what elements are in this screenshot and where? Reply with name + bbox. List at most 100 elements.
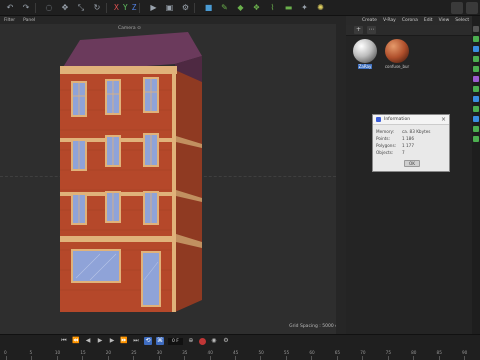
timeline-tick (107, 356, 109, 360)
timeline-tick-label: 30 (156, 350, 162, 355)
floor-trim-3 (60, 236, 175, 242)
layout-button[interactable] (451, 2, 463, 14)
z-axis-toggle[interactable]: Z (132, 3, 137, 12)
light-icon[interactable]: ✺ (314, 2, 326, 14)
timeline-tick (133, 356, 135, 360)
timeline-tick-label: 50 (258, 350, 264, 355)
blue-tool-icon[interactable] (473, 116, 479, 122)
blue-tool-icon[interactable] (473, 46, 479, 52)
ok-button[interactable]: OK (404, 160, 420, 167)
render-region-icon[interactable]: ▣ (163, 2, 175, 14)
key-mode-icon[interactable]: ⌘ (156, 337, 164, 345)
building-model[interactable] (60, 30, 210, 312)
green-tool-icon[interactable] (473, 56, 479, 62)
menu-vray[interactable]: V-Ray (383, 18, 396, 23)
layout-button[interactable] (466, 2, 478, 14)
info-key: Memory: (376, 129, 395, 134)
current-frame-field[interactable]: 0 F (168, 337, 183, 345)
timeline-tick-label: 10 (54, 350, 61, 355)
deformer-icon[interactable]: ⌇ (266, 2, 278, 14)
add-material-button[interactable]: + (354, 26, 363, 34)
timeline-tick (184, 356, 186, 360)
info-row: Memory: ca. 83 Kbytes (376, 128, 446, 135)
storefront-window (71, 249, 121, 283)
y-axis-toggle[interactable]: Y (123, 3, 128, 12)
viewport-side-strip (336, 16, 346, 334)
menu-select[interactable]: Select (455, 18, 469, 23)
green-tool-icon[interactable] (473, 106, 479, 112)
viewport-menu-panel[interactable]: Panel (23, 18, 35, 23)
key-settings-icon[interactable]: ⚙ (222, 337, 230, 345)
next-frame-icon[interactable]: ▶ (108, 337, 116, 345)
floor-icon[interactable]: ▬ (282, 2, 294, 14)
menu-edit[interactable]: Edit (424, 18, 433, 23)
green-tool-icon[interactable] (473, 36, 479, 42)
toolbar-divider (194, 2, 196, 13)
timeline-ruler[interactable]: 0 5 10 15 20 25 30 35 40 45 50 55 60 65 70 75 80 85 90 (0, 349, 480, 360)
subdivision-icon[interactable]: ◆ (234, 2, 246, 14)
material-menu: Create V-Ray Corona Edit View Select (346, 16, 472, 25)
timeline-tick-label: 0 (4, 350, 7, 355)
material-option-button[interactable]: ⋯ (367, 26, 376, 34)
info-value: 1 186 (402, 136, 414, 141)
close-icon[interactable]: × (441, 116, 446, 123)
timeline-tick (285, 356, 287, 360)
menu-corona[interactable]: Corona (402, 18, 418, 23)
play-icon[interactable]: ▶ (96, 337, 104, 345)
side-icon-bar (472, 16, 480, 334)
cube-icon[interactable]: ■ (202, 2, 214, 14)
green-tool-icon[interactable] (473, 86, 479, 92)
green-tool-icon[interactable] (473, 126, 479, 132)
3d-viewport[interactable]: Camera ⊙ Grid Spacing: 5000 cm (0, 24, 346, 334)
timeline-tick-label: 80 (411, 350, 417, 355)
blue-tool-icon[interactable] (473, 96, 479, 102)
timeline-tick (56, 356, 58, 360)
x-axis-toggle[interactable]: X (114, 3, 119, 12)
viewport-menu-filter[interactable]: Filter (4, 18, 15, 23)
undo-icon[interactable]: ↶ (4, 2, 16, 14)
material-item[interactable]: confuse_bur (384, 39, 410, 69)
info-row: Points: 1 186 (376, 135, 446, 142)
go-to-end-icon[interactable]: ⏭ (132, 337, 140, 345)
move-icon[interactable]: ✥ (59, 2, 71, 14)
timeline-tick-label: 65 (334, 350, 341, 355)
dialog-title: Information (384, 117, 411, 122)
render-icon[interactable]: ▶ (147, 2, 159, 14)
redo-icon[interactable]: ↷ (20, 2, 32, 14)
info-key: Polygons: (376, 143, 397, 148)
menu-view[interactable]: View (439, 18, 450, 23)
timeline-tick (209, 356, 211, 360)
info-row: Objects: 7 (376, 149, 446, 156)
material-list: ZaRay confuse_bur (346, 36, 472, 72)
autokey-icon[interactable]: ◉ (210, 337, 218, 345)
keyframe-icon[interactable]: ⊕ (187, 337, 195, 345)
array-icon[interactable]: ❖ (250, 2, 262, 14)
previous-frame-icon[interactable]: ◀ (84, 337, 92, 345)
camera-icon[interactable]: ✦ (298, 2, 310, 14)
go-to-start-icon[interactable]: ⏮ (60, 337, 68, 345)
timeline-tick (464, 356, 465, 360)
menu-create[interactable]: Create (362, 18, 377, 23)
green-tool-icon[interactable] (473, 66, 479, 72)
scale-icon[interactable]: ⤡ (75, 2, 87, 14)
previous-key-icon[interactable]: ⏪ (72, 337, 80, 345)
info-value: 7 (402, 150, 405, 155)
next-key-icon[interactable]: ⏩ (120, 337, 128, 345)
pen-icon[interactable]: ✎ (218, 2, 230, 14)
purple-tool-icon[interactable] (473, 76, 479, 82)
layout-buttons (451, 2, 478, 14)
timeline-tick (387, 356, 389, 360)
info-value: ca. 83 Kbytes (402, 129, 431, 134)
toolbar-divider (139, 2, 141, 13)
rotate-icon[interactable]: ↻ (91, 2, 103, 14)
render-settings-icon[interactable]: ⚙ (179, 2, 191, 14)
timeline-tick (235, 356, 236, 360)
live-selection-icon[interactable]: ◌ (43, 2, 55, 14)
record-icon[interactable] (198, 337, 206, 345)
loop-icon[interactable]: ⟲ (144, 337, 152, 345)
material-item[interactable]: ZaRay (352, 39, 378, 69)
timeline-tick (31, 356, 33, 360)
green-tool-icon[interactable] (473, 136, 479, 142)
timeline-tick (82, 356, 84, 360)
trash-icon[interactable] (473, 26, 479, 32)
